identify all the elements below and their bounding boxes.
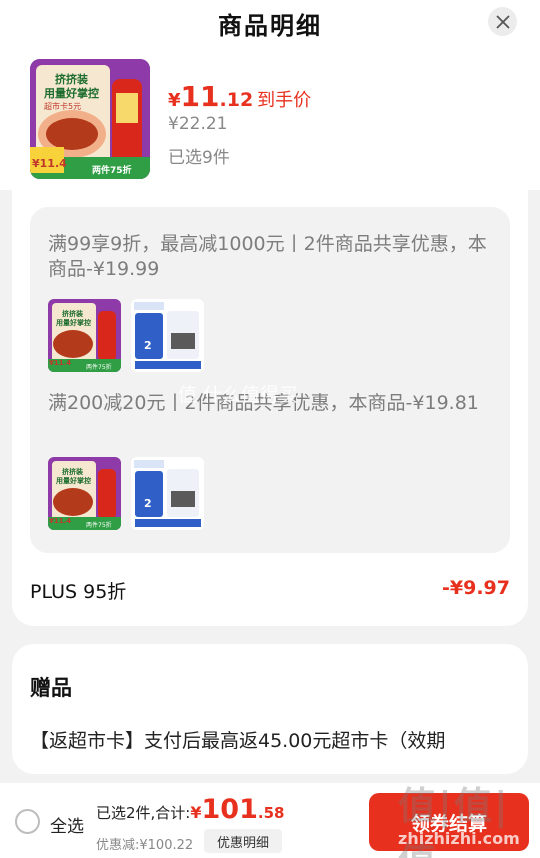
- thumb-line1: 挤挤装: [62, 467, 83, 476]
- discount-detail-button[interactable]: 优惠明细: [204, 829, 282, 853]
- price-tag: 到手价: [257, 90, 312, 111]
- total-decimal: .58: [257, 804, 285, 822]
- thumb-price: ¥11.4: [32, 157, 67, 170]
- thumb-badge: 超市卡5元: [44, 101, 81, 111]
- promo-2-product-thumb-2[interactable]: 2: [131, 457, 204, 530]
- thumb-count: 2: [144, 339, 152, 352]
- thumb-discount: 两件75折: [86, 363, 112, 371]
- price-currency: ¥: [168, 90, 181, 111]
- thumb-line2: 用量好掌控: [56, 318, 91, 327]
- gift-description: 【返超市卡】支付后最高返45.00元超市卡（效期: [30, 730, 446, 752]
- total-line: 已选2件,合计:¥101.58: [96, 794, 284, 825]
- discount-amount: 优惠减:¥100.22: [96, 838, 194, 853]
- close-button[interactable]: [488, 7, 517, 36]
- thumb-price: ¥11.4: [49, 517, 71, 525]
- watermark-url: zhizhizhi.com: [398, 829, 520, 848]
- thumb-count: 2: [144, 497, 152, 510]
- close-icon: [495, 14, 510, 29]
- select-all-label[interactable]: 全选: [50, 812, 84, 837]
- thumb-line1: 挤挤装: [62, 309, 83, 318]
- page-title: 商品明细: [218, 12, 322, 40]
- price-decimal: .12: [219, 89, 254, 111]
- total-label: 已选2件,合计:: [96, 804, 191, 822]
- price-integer: 11: [180, 80, 220, 113]
- thumb-line2: 用量好掌控: [56, 476, 91, 485]
- plus-discount-label: PLUS 95折: [30, 581, 127, 603]
- thumb-discount: 两件75折: [92, 164, 132, 176]
- promotion-text-1: 满99享9折，最高减1000元丨2件商品共享优惠，本商品-¥19.99: [48, 233, 487, 280]
- original-price: ¥22.21: [168, 114, 228, 134]
- thumb-discount: 两件75折: [86, 521, 112, 529]
- plus-discount-amount: -¥9.97: [442, 577, 510, 599]
- gift-card: [12, 644, 528, 774]
- promo-1-product-thumb-1[interactable]: 挤挤装 用量好掌控 ¥11.4 两件75折: [48, 299, 121, 372]
- select-all-radio[interactable]: [15, 809, 40, 834]
- promo-1-product-thumb-2[interactable]: 2: [131, 299, 204, 372]
- selected-count: 已选9件: [168, 148, 230, 168]
- total-currency: ¥: [190, 803, 202, 822]
- product-image: 挤挤装 用量好掌控 超市卡5元 ¥11.4 两件75折: [30, 59, 150, 179]
- promo-2-product-thumb-1[interactable]: 挤挤装 用量好掌控 ¥11.4 两件75折: [48, 457, 121, 530]
- watermark-mid: 值 什么值得买: [178, 384, 299, 406]
- final-price: ¥11.12 到手价: [168, 80, 311, 113]
- thumb-line1: 挤挤装: [55, 72, 88, 86]
- total-integer: 101: [201, 794, 258, 825]
- thumb-price: ¥11.4: [49, 359, 71, 367]
- gift-title: 赠品: [30, 676, 72, 700]
- thumb-line2: 用量好掌控: [44, 86, 99, 100]
